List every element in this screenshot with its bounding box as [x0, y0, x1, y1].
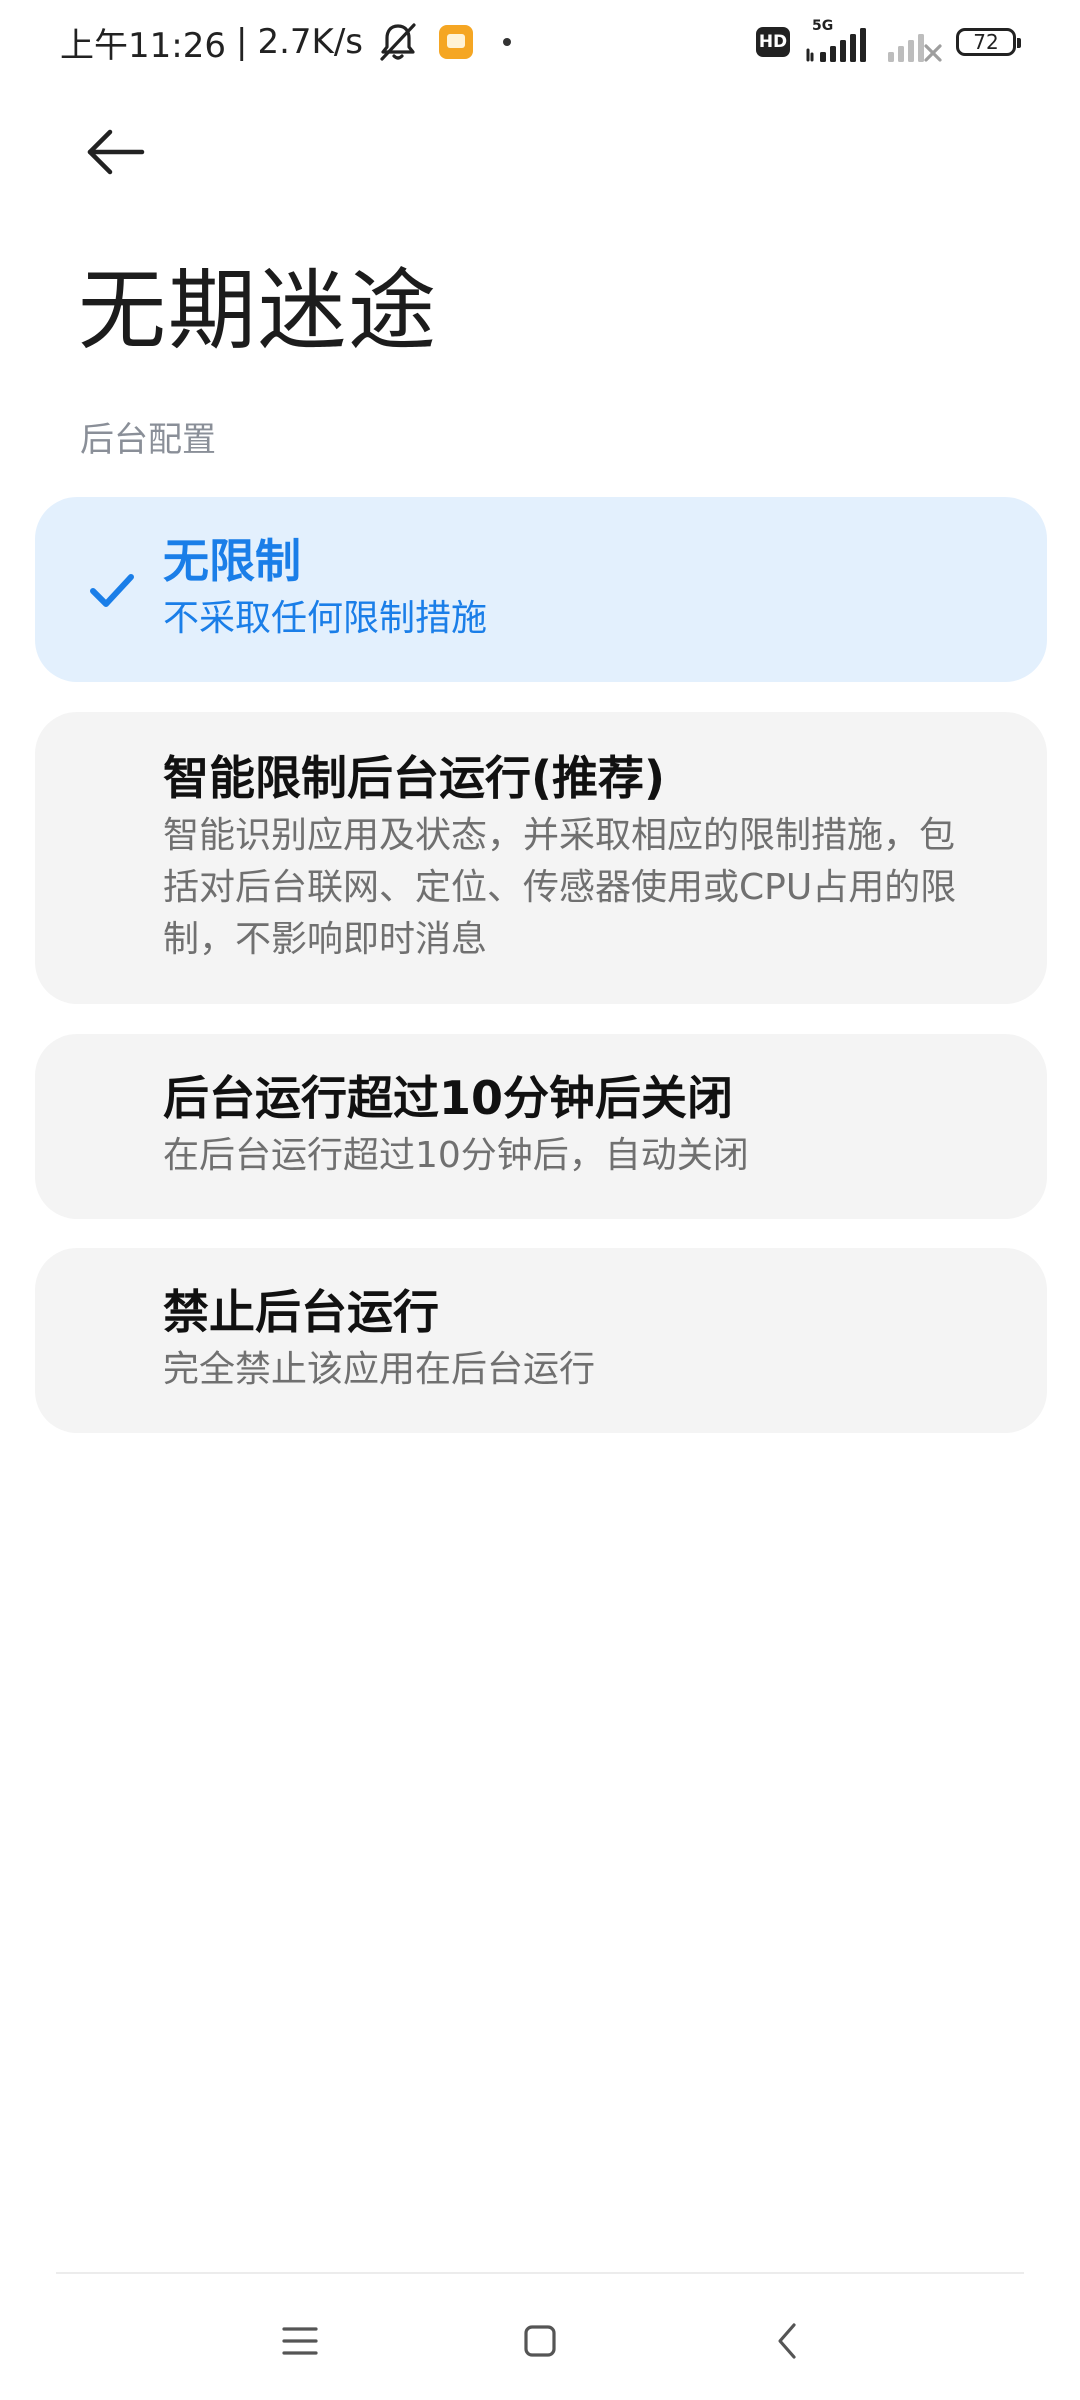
status-separator: | [235, 22, 248, 62]
signal-5g-icon: 5G [804, 18, 878, 64]
option-title: 智能限制后台运行(推荐) [163, 751, 666, 805]
more-notifications-dot-icon [503, 38, 511, 46]
nav-divider [56, 2272, 1024, 2274]
status-right: HD 5G 72 [756, 18, 1021, 66]
option-description: 智能识别应用及状态，并采取相应的限制措施，包括对后台联网、定位、传感器使用或CP… [163, 815, 957, 960]
menu-icon [282, 2327, 318, 2355]
navigation-bar [0, 2300, 1080, 2380]
section-label: 后台配置 [80, 420, 216, 460]
option-description: 在后台运行超过10分钟后，自动关闭 [163, 1135, 749, 1176]
option-title: 后台运行超过10分钟后关闭 [163, 1071, 734, 1125]
option-title: 无限制 [163, 534, 301, 588]
hd-voice-icon: HD [756, 27, 790, 57]
option-close-after-10min[interactable]: 后台运行超过10分钟后关闭 在后台运行超过10分钟后，自动关闭 [35, 1034, 1047, 1219]
option-smart-restrict[interactable]: 智能限制后台运行(推荐) 智能识别应用及状态，并采取相应的限制措施，包括对后台联… [35, 712, 1047, 1004]
option-block-background[interactable]: 禁止后台运行 完全禁止该应用在后台运行 [35, 1248, 1047, 1433]
mute-bell-icon [380, 23, 416, 61]
home-button[interactable] [505, 2306, 575, 2376]
battery-level: 72 [973, 30, 999, 54]
system-back-button[interactable] [752, 2306, 822, 2376]
back-button[interactable] [80, 116, 152, 188]
status-net-speed: 2.7K/s [257, 22, 363, 62]
status-bar: 上午11:26 | 2.7K/s HD 5G 72 [0, 0, 1080, 84]
page-title: 无期迷途 [78, 259, 439, 362]
option-title: 禁止后台运行 [163, 1285, 439, 1339]
recent-apps-button[interactable] [265, 2306, 335, 2376]
option-description: 不采取任何限制措施 [163, 598, 488, 639]
home-icon [524, 2325, 556, 2357]
network-type-label: 5G [812, 18, 834, 34]
signal-no-service-icon [888, 34, 942, 62]
check-icon [90, 573, 134, 607]
status-time: 上午11:26 [60, 25, 226, 66]
arrow-left-icon [87, 129, 145, 175]
app-notification-icon [439, 25, 473, 59]
option-unrestricted[interactable]: 无限制 不采取任何限制措施 [35, 497, 1047, 682]
battery-icon: 72 [956, 28, 1021, 56]
status-left: 上午11:26 | 2.7K/s [60, 18, 511, 66]
option-description: 完全禁止该应用在后台运行 [163, 1349, 596, 1390]
chevron-left-icon [778, 2323, 796, 2359]
